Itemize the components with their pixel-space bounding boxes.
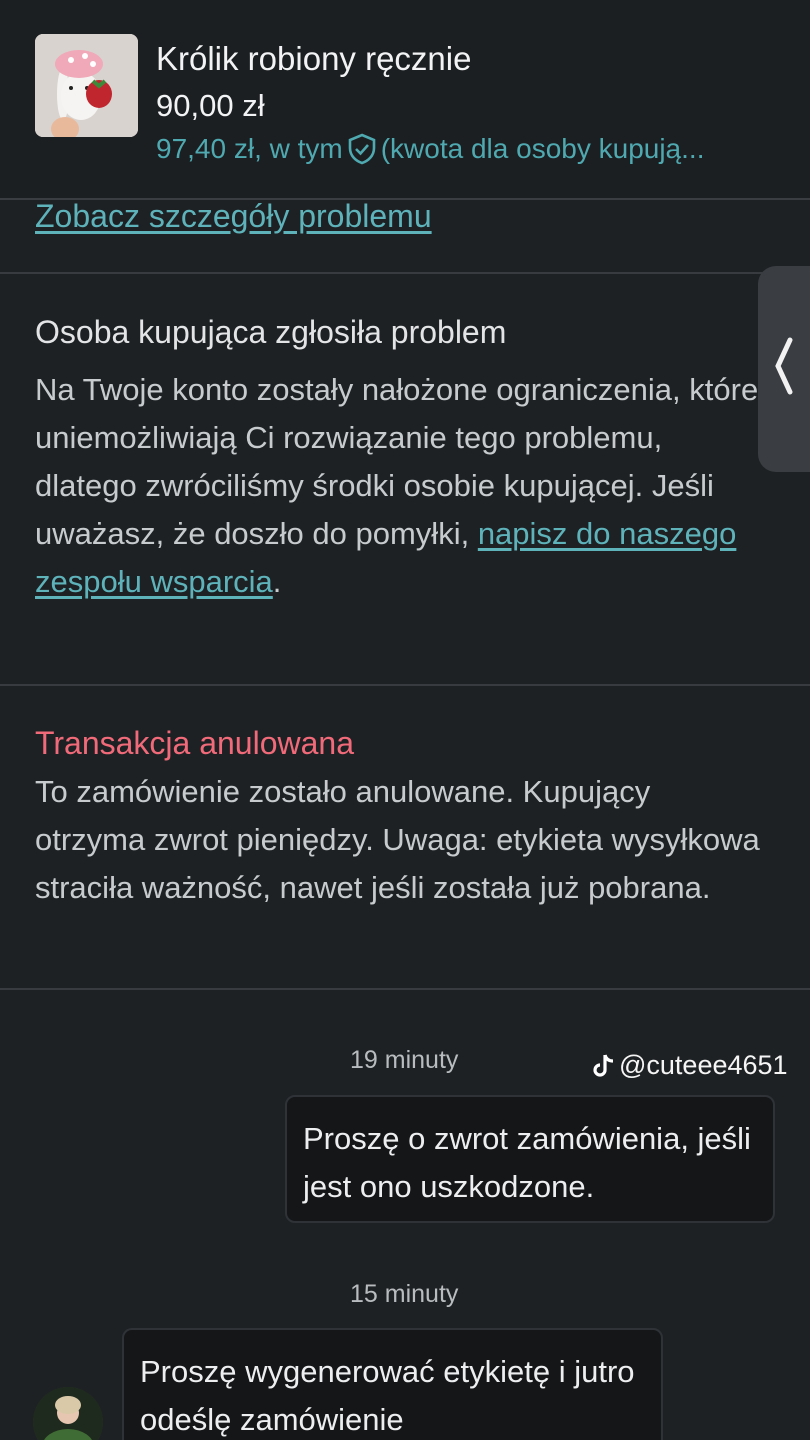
message-text: Proszę wygenerować etykietę i jutro odeś… (140, 1354, 635, 1437)
watermark-handle: @cuteee4651 (619, 1050, 788, 1080)
product-title[interactable]: Królik robiony ręcznie (156, 40, 471, 78)
divider (0, 272, 810, 274)
avatar[interactable] (33, 1387, 103, 1440)
shield-check-icon (348, 133, 376, 165)
buyer-price-line[interactable]: 97,40 zł, w tym (kwota dla osoby kupują.… (156, 133, 796, 165)
divider (0, 684, 810, 686)
message-text: Proszę o zwrot zamówienia, jeśli jest on… (303, 1121, 751, 1204)
product-thumbnail[interactable] (35, 34, 138, 137)
problem-details-link[interactable]: Zobacz szczegóły problemu (35, 198, 432, 235)
product-price: 90,00 zł (156, 88, 265, 123)
problem-heading: Osoba kupująca zgłosiła problem (35, 314, 507, 350)
incoming-message-bubble[interactable]: Proszę wygenerować etykietę i jutro odeś… (122, 1328, 663, 1440)
watermark: @cuteee4651 (592, 1050, 788, 1081)
cancelled-heading: Transakcja anulowana (35, 725, 354, 761)
problem-body-end: . (272, 564, 282, 599)
divider (0, 988, 810, 990)
buyer-price-note: (kwota dla osoby kupują... (380, 133, 705, 164)
message-time: 19 minuty (350, 1046, 459, 1074)
message-time: 15 minuty (350, 1280, 459, 1308)
chevron-left-icon (775, 337, 793, 395)
cancelled-body: To zamówienie zostało anulowane. Kupując… (35, 774, 760, 905)
product-header[interactable]: Królik robiony ręcznie 90,00 zł 97,40 zł… (0, 0, 810, 200)
tiktok-logo-icon (593, 1054, 614, 1077)
side-panel-tab[interactable] (758, 266, 810, 472)
outgoing-message-bubble[interactable]: Proszę o zwrot zamówienia, jeśli jest on… (285, 1095, 775, 1223)
buyer-price: 97,40 zł, w tym (156, 133, 343, 164)
conversation-screen: Królik robiony ręcznie 90,00 zł 97,40 zł… (0, 0, 810, 1440)
problem-body: Na Twoje konto zostały nałożone ogranicz… (35, 366, 765, 606)
